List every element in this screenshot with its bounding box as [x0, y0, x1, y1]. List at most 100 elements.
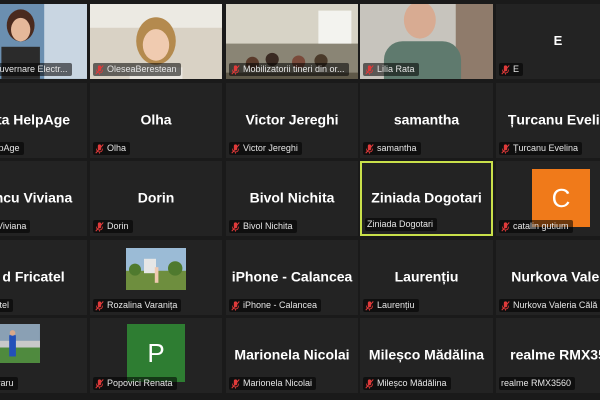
participant-label: HelpAge	[0, 142, 24, 155]
participant-label: catalin gutium	[499, 220, 573, 233]
participant-label-text: iPhone - Calancea	[243, 300, 318, 310]
mic-muted-icon	[231, 64, 243, 75]
participant-label-text: OleseaBerestean	[107, 64, 177, 74]
mic-muted-icon	[501, 221, 513, 232]
participant-name-display: samantha	[393, 110, 460, 127]
participant-tile[interactable]: Țurcanu Evelin Țurcanu Evelina	[496, 83, 600, 158]
participant-name-display: Laurențiu	[394, 267, 459, 284]
participant-label: Țurcanu Evelina	[499, 142, 583, 155]
participant-name-display: Mileșco Mădălina	[368, 345, 485, 362]
participant-tile[interactable]: Laurențiu Laurențiu	[360, 240, 493, 315]
participant-label-text: Țurcanu Evelina	[513, 143, 579, 153]
participant-tile[interactable]: ncu Viviana cu Viviana	[0, 161, 87, 236]
participant-label-text: realme RMX3560	[501, 378, 572, 388]
participant-label: Mobilizatorii tineri din or...	[229, 63, 349, 76]
participant-tile[interactable]: ta HelpAge HelpAge	[0, 83, 87, 158]
participant-tile[interactable]: Mileșco Mădălina Mileșco Mădălina	[360, 318, 493, 393]
mic-muted-icon	[95, 143, 107, 154]
participant-label: OleseaBerestean	[93, 63, 181, 76]
participant-tile[interactable]: Rozalina Varanița	[90, 240, 222, 315]
participant-label-text: Moraru	[0, 378, 14, 388]
avatar: P	[127, 324, 185, 382]
participant-label-text: Victor Jereghi	[243, 143, 298, 153]
participant-video	[126, 248, 186, 300]
participant-label: Rozalina Varanița	[93, 299, 182, 312]
participant-name-display: iPhone - Calancea	[231, 267, 353, 284]
participant-label-text: E	[513, 64, 520, 74]
participant-label: Laurențiu	[363, 299, 419, 312]
participant-label-text: ricatel	[0, 300, 10, 310]
participant-tile[interactable]: Dorin Dorin	[90, 161, 222, 236]
participant-tile[interactable]: Mobilizatorii tineri din or...	[226, 4, 358, 79]
mic-muted-icon	[231, 221, 243, 232]
participant-label-text: Mobilizatorii tineri din or...	[243, 64, 345, 74]
participant-tile[interactable]: OleseaBerestean	[90, 4, 222, 79]
participant-label: e Guvernare Electr...	[0, 63, 72, 76]
participant-name-display: Bivol Nichita	[249, 188, 335, 205]
participant-label: Popovici Renata	[93, 377, 177, 390]
mic-muted-icon	[231, 378, 243, 389]
participant-tile[interactable]: Marionela Nicolai Marionela Nicolai	[226, 318, 358, 393]
participant-label: samantha	[363, 142, 421, 155]
participant-name-display: Olha	[140, 110, 172, 127]
mic-muted-icon	[501, 300, 513, 311]
participant-tile[interactable]: Victor Jereghi Victor Jereghi	[226, 83, 358, 158]
participant-label: Nurkova Valeria Călă	[499, 299, 600, 312]
participant-label-text: HelpAge	[0, 143, 20, 153]
participant-label-text: Bivol Nichita	[243, 221, 293, 231]
participant-name-display: realme RMX35	[510, 345, 600, 362]
participant-tile[interactable]: samantha samantha	[360, 83, 493, 158]
participant-label: Victor Jereghi	[229, 142, 302, 155]
participant-label-text: Marionela Nicolai	[243, 378, 313, 388]
participant-label-text: Popovici Renata	[107, 378, 173, 388]
participant-label-text: Rozalina Varanița	[107, 300, 178, 310]
participant-tile[interactable]: d Fricatel ricatel	[0, 240, 87, 315]
mic-muted-icon	[365, 143, 377, 154]
participant-tile[interactable]: Moraru	[0, 318, 87, 393]
mic-muted-icon	[231, 300, 243, 311]
mic-muted-icon	[501, 64, 513, 75]
participant-label: Ziniada Dogotari	[365, 218, 438, 231]
participant-name-display: E	[553, 32, 563, 48]
participant-tile[interactable]: iPhone - Calancea iPhone - Calancea	[226, 240, 358, 315]
participant-label: ricatel	[0, 299, 14, 312]
participant-label: iPhone - Calancea	[229, 299, 322, 312]
mic-muted-icon	[95, 378, 107, 389]
participant-tile[interactable]: Bivol Nichita Bivol Nichita	[226, 161, 358, 236]
participant-label: realme RMX3560	[499, 377, 576, 390]
participant-label: cu Viviana	[0, 220, 31, 233]
mic-muted-icon	[95, 300, 107, 311]
participant-name-display: Nurkova Valer	[511, 267, 600, 284]
participant-tile[interactable]: Lilia Rata	[360, 4, 493, 79]
participant-label: Marionela Nicolai	[229, 377, 317, 390]
participant-name-display: Țurcanu Evelin	[507, 110, 600, 127]
mic-muted-icon	[365, 300, 377, 311]
participant-name-display: ta HelpAge	[0, 110, 71, 127]
participant-tile[interactable]: Olha Olha	[90, 83, 222, 158]
participant-label-text: Olha	[107, 143, 127, 153]
mic-muted-icon	[95, 64, 107, 75]
participant-tile[interactable]: realme RMX35 realme RMX3560	[496, 318, 600, 393]
participant-label-text: samantha	[377, 143, 417, 153]
participant-tile[interactable]: Nurkova Valer Nurkova Valeria Călă	[496, 240, 600, 315]
participant-label: Dorin	[93, 220, 133, 233]
participant-label: Moraru	[0, 377, 18, 390]
participant-label: Bivol Nichita	[229, 220, 297, 233]
participant-tile[interactable]: Ziniada Dogotari Ziniada Dogotari	[360, 161, 493, 236]
mic-muted-icon	[365, 64, 377, 75]
participant-name-display: d Fricatel	[2, 267, 65, 284]
participant-tile[interactable]: EE	[496, 4, 600, 79]
participant-name-display: Dorin	[137, 188, 175, 205]
participant-label-text: Nurkova Valeria Călă	[513, 300, 598, 310]
avatar: C	[532, 169, 590, 227]
participant-label: E	[499, 63, 524, 76]
participant-label-text: Laurențiu	[377, 300, 415, 310]
mic-muted-icon	[501, 143, 513, 154]
participant-tile[interactable]: P Popovici Renata	[90, 318, 222, 393]
participant-tile[interactable]: Ccatalin gutium	[496, 161, 600, 236]
participant-label-text: catalin gutium	[513, 221, 569, 231]
participant-name-display: ncu Viviana	[0, 188, 73, 205]
participant-label: Lilia Rata	[363, 63, 419, 76]
participant-tile[interactable]: e Guvernare Electr...	[0, 4, 87, 79]
participant-label-text: cu Viviana	[0, 221, 27, 231]
